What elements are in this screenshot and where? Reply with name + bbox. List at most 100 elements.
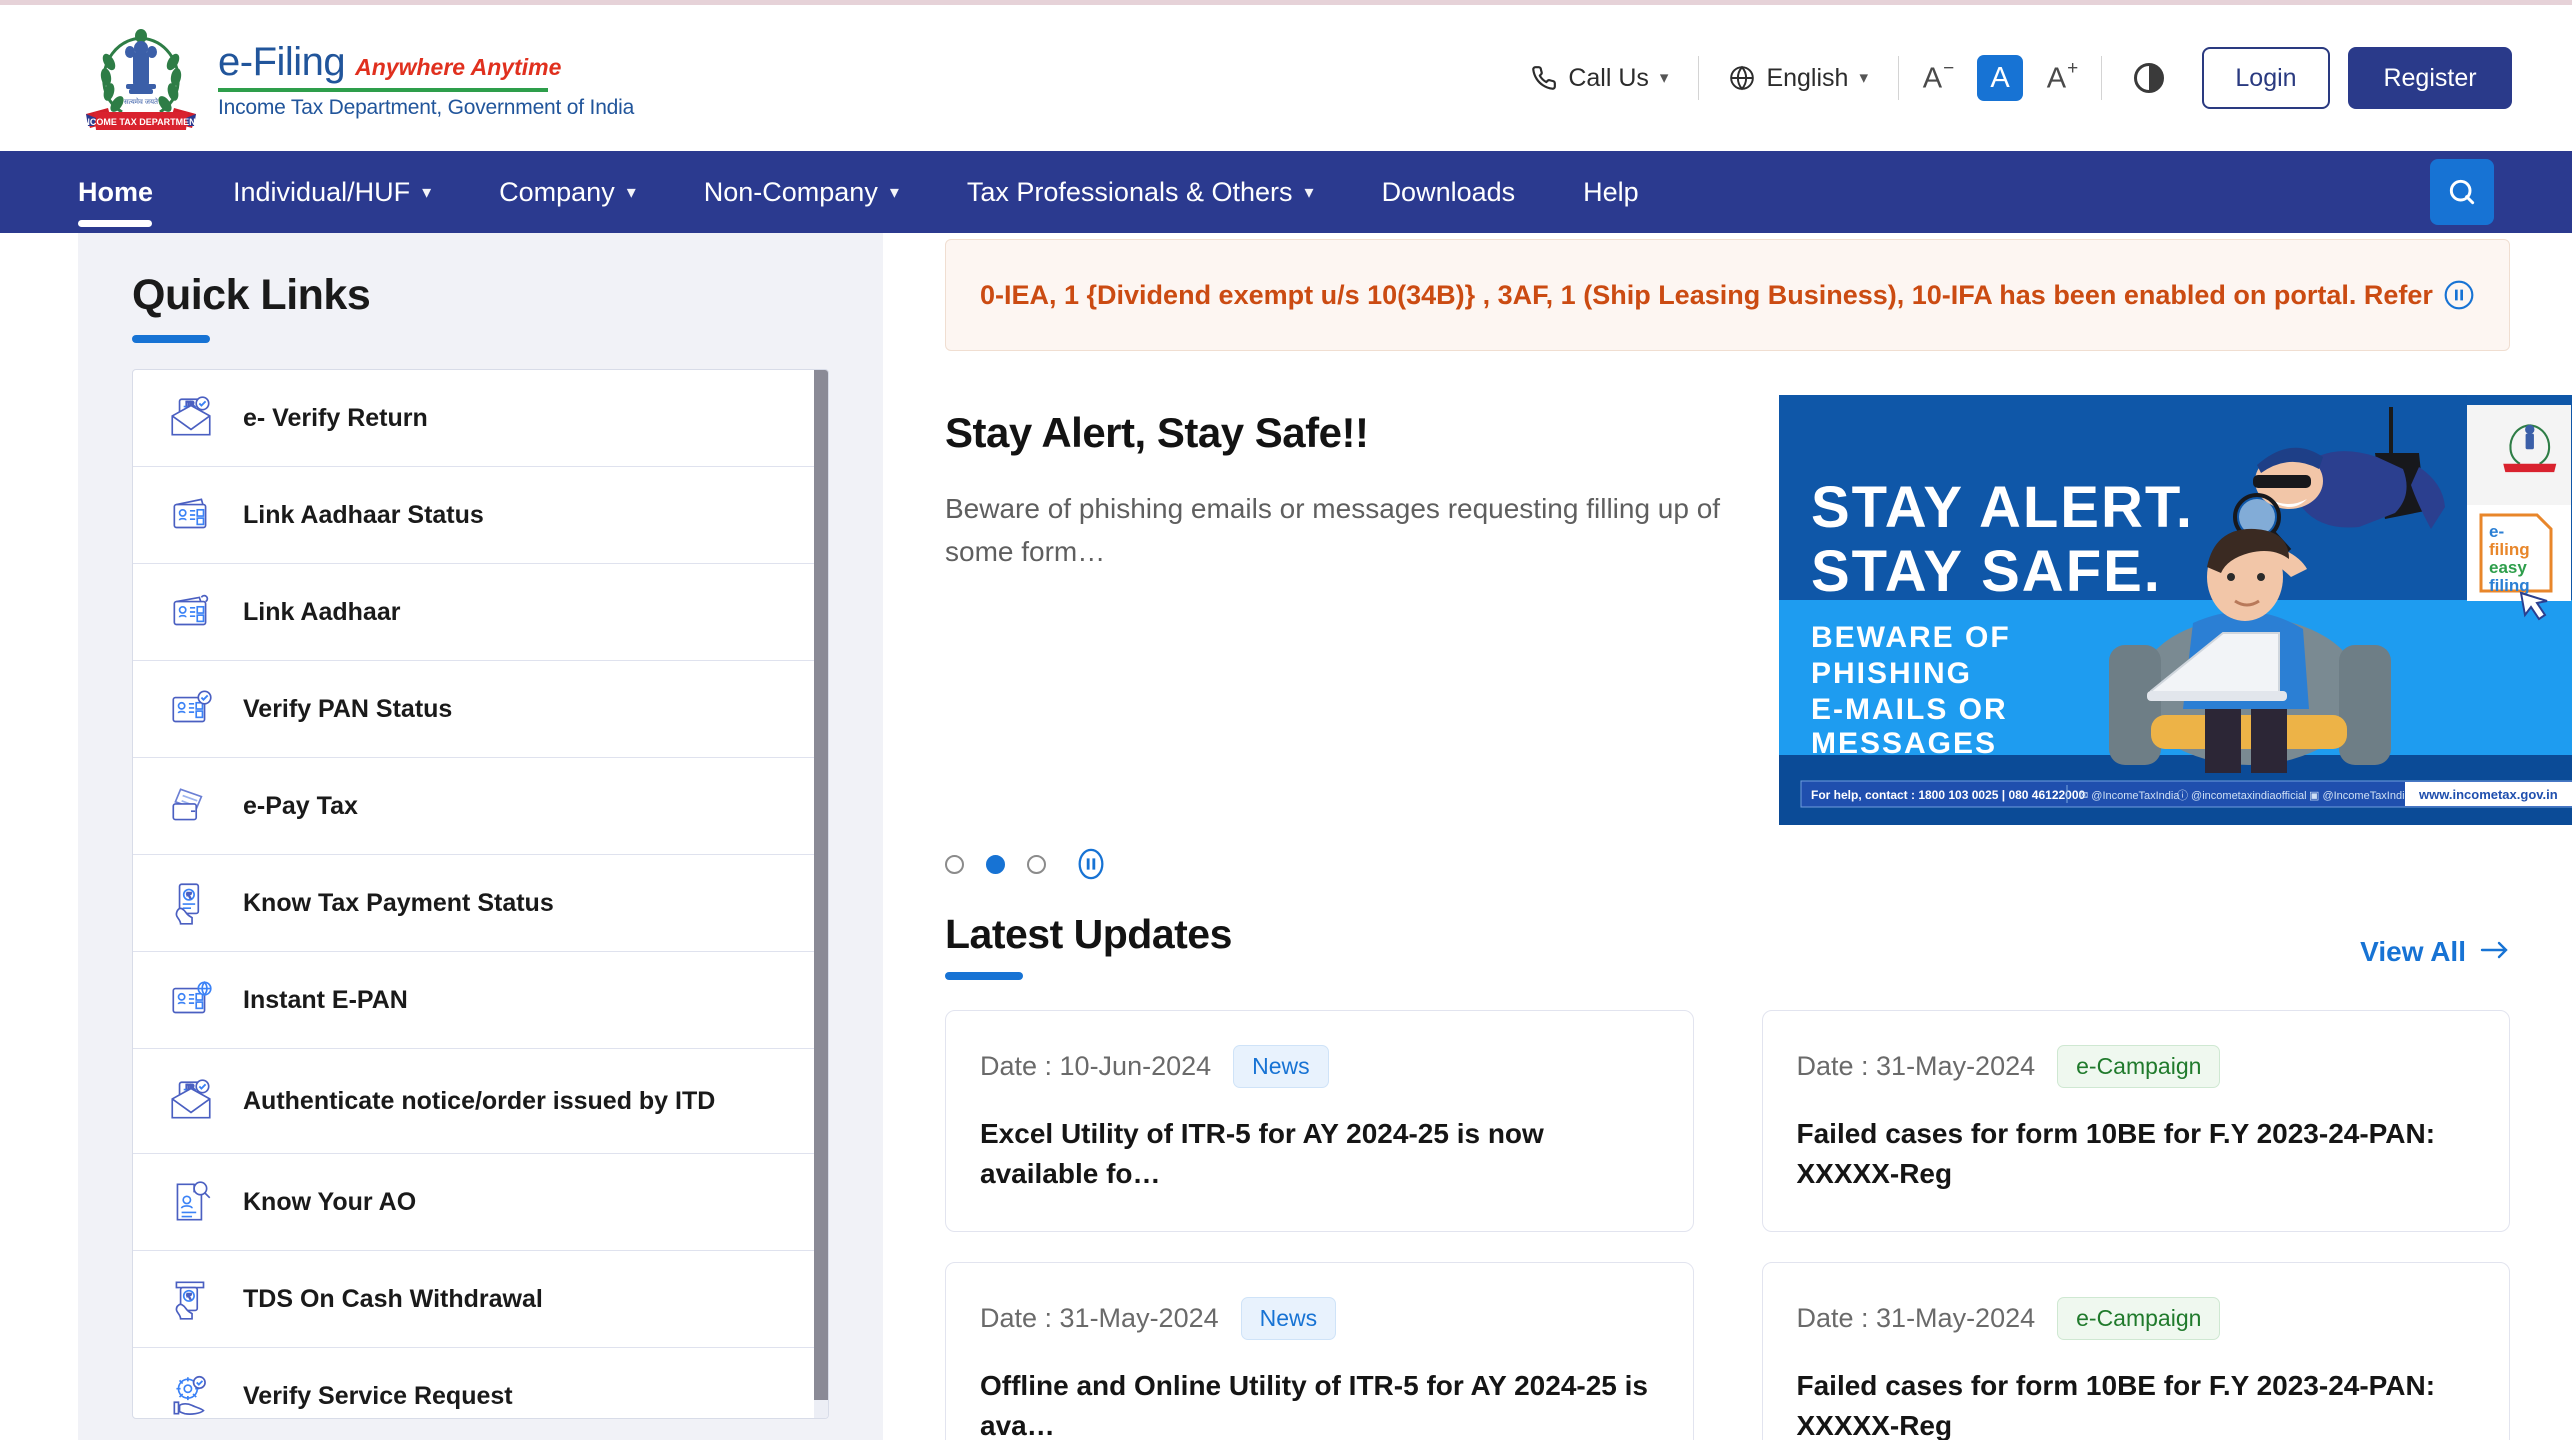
call-us-menu[interactable]: Call Us ▾ bbox=[1509, 64, 1690, 93]
update-card[interactable]: Date : 31-May-2024 e-Campaign Failed cas… bbox=[1761, 1262, 2510, 1440]
card-meta: Date : 31-May-2024 News bbox=[980, 1297, 1659, 1340]
call-us-label: Call Us bbox=[1568, 63, 1649, 92]
card-meta: Date : 31-May-2024 e-Campaign bbox=[1797, 1045, 2476, 1088]
svg-text:सत्यमेव जयते: सत्यमेव जयते bbox=[124, 97, 159, 106]
svg-text:BEWARE OF: BEWARE OF bbox=[1811, 621, 2011, 654]
quick-link-know-your-ao[interactable]: Know Your AO bbox=[133, 1154, 828, 1251]
nav-item-home[interactable]: Home bbox=[78, 151, 199, 233]
nav-item-company[interactable]: Company ▾ bbox=[465, 151, 670, 233]
card-date: Date : 10-Jun-2024 bbox=[980, 1051, 1212, 1081]
header-utility-bar: Call Us ▾ English ▾ A− A A+ Login Regist… bbox=[1509, 47, 2512, 109]
update-card[interactable]: Date : 31-May-2024 News Offline and Onli… bbox=[945, 1262, 1694, 1440]
ticker-text[interactable]: 0-IEA, 1 {Dividend exempt u/s 10(34B)} ,… bbox=[980, 280, 2433, 311]
quick-link-label: Know Your AO bbox=[243, 1188, 417, 1216]
nav-item-tax-professionals[interactable]: Tax Professionals & Others ▾ bbox=[933, 151, 1348, 233]
card-meta: Date : 10-Jun-2024 News bbox=[980, 1045, 1659, 1088]
quick-link-instant-e-pan[interactable]: Instant E-PAN bbox=[133, 952, 828, 1049]
carousel-dot-3[interactable] bbox=[1027, 854, 1046, 874]
nav-label: Help bbox=[1583, 176, 1639, 207]
brand-efiling-text: e-Filing bbox=[218, 40, 346, 84]
chevron-down-icon: ▾ bbox=[889, 181, 899, 202]
chevron-down-icon: ▾ bbox=[626, 181, 636, 202]
quick-link-label: Verify Service Request bbox=[243, 1382, 513, 1410]
quick-link-tds-cash-withdrawal[interactable]: ₹ TDS On Cash Withdrawal bbox=[133, 1251, 828, 1348]
quick-link-authenticate-notice[interactable]: ITR Authenticate notice/order issued by … bbox=[133, 1049, 828, 1154]
quick-link-link-aadhaar[interactable]: Link Aadhaar bbox=[133, 564, 828, 661]
announcement-ticker: 0-IEA, 1 {Dividend exempt u/s 10(34B)} ,… bbox=[945, 239, 2510, 351]
page-title: Quick Links bbox=[132, 271, 371, 319]
svg-text:₹: ₹ bbox=[187, 1292, 192, 1301]
search-icon[interactable] bbox=[2430, 159, 2494, 225]
latest-updates-header: Latest Updates View All bbox=[945, 911, 2510, 980]
font-decrease-button[interactable]: A− bbox=[1915, 55, 1961, 101]
svg-text:▣ @IncomeTaxIndia: ▣ @IncomeTaxIndia bbox=[2309, 790, 2412, 802]
svg-text:PHISHING: PHISHING bbox=[1811, 657, 1972, 690]
nav-item-non-company[interactable]: Non-Company ▾ bbox=[670, 151, 933, 233]
quick-links-scrollbar-track[interactable] bbox=[814, 370, 828, 1418]
font-normal-button[interactable]: A bbox=[1977, 55, 2023, 101]
font-increase-button[interactable]: A+ bbox=[2039, 55, 2085, 101]
card-title: Offline and Online Utility of ITR-5 for … bbox=[980, 1370, 1648, 1440]
phishing-awareness-banner[interactable]: STAY ALERT. STAY SAFE. BEWARE OF PHISHIN… bbox=[1779, 395, 2572, 825]
hero-carousel: Stay Alert, Stay Safe!! Beware of phishi… bbox=[945, 395, 2572, 825]
nav-label: Individual/HUF bbox=[233, 176, 411, 207]
brand-tagline: Anywhere Anytime bbox=[355, 54, 562, 80]
india-emblem-income-tax-logo: सत्यमेव जयते INCOME TAX DEPARTMENT bbox=[78, 22, 204, 134]
quick-link-label: TDS On Cash Withdrawal bbox=[243, 1285, 543, 1313]
nav-item-individual-huf[interactable]: Individual/HUF ▾ bbox=[199, 151, 465, 233]
quick-link-label: Verify PAN Status bbox=[243, 695, 453, 723]
title-underline bbox=[132, 335, 210, 343]
quick-link-e-pay-tax[interactable]: e-Pay Tax bbox=[133, 758, 828, 855]
view-all-button[interactable]: View All bbox=[2360, 936, 2510, 980]
language-label: English bbox=[1766, 63, 1849, 92]
quick-link-e-verify-return[interactable]: ITR e- Verify Return bbox=[133, 370, 828, 467]
hero-description: Beware of phishing emails or messages re… bbox=[945, 493, 1721, 568]
card-date: Date : 31-May-2024 bbox=[1796, 1303, 2036, 1333]
card-date: Date : 31-May-2024 bbox=[980, 1303, 1219, 1333]
quick-links-scrollbar-thumb[interactable] bbox=[814, 370, 828, 1400]
page-body: Quick Links ITR e- Verify Return Link Aa… bbox=[0, 233, 2572, 1440]
carousel-dot-2[interactable] bbox=[986, 854, 1005, 874]
hero-text-block: Stay Alert, Stay Safe!! Beware of phishi… bbox=[945, 395, 1745, 825]
aadhaar-card-link-icon bbox=[163, 587, 219, 637]
font-decrease-icon: A− bbox=[1922, 57, 1955, 95]
card-title: Failed cases for form 10BE for F.Y 2023-… bbox=[1796, 1370, 2436, 1440]
svg-text:₹: ₹ bbox=[187, 891, 192, 900]
card-title: Failed cases for form 10BE for F.Y 2023-… bbox=[1796, 1118, 2436, 1189]
quick-link-verify-service-request[interactable]: Verify Service Request bbox=[133, 1348, 828, 1418]
svg-text:✉ @IncomeTaxIndia: ✉ @IncomeTaxIndia bbox=[2079, 790, 2180, 802]
wallet-card-icon bbox=[163, 781, 219, 831]
chevron-down-icon: ▾ bbox=[1659, 68, 1669, 87]
update-card[interactable]: Date : 10-Jun-2024 News Excel Utility of… bbox=[945, 1010, 1694, 1232]
nav-label: Home bbox=[78, 176, 154, 207]
nav-item-downloads[interactable]: Downloads bbox=[1348, 151, 1550, 233]
globe-icon bbox=[1729, 65, 1755, 91]
login-button[interactable]: Login bbox=[2202, 47, 2330, 109]
brand-logo[interactable]: सत्यमेव जयते INCOME TAX DEPARTMENT e-Fil… bbox=[78, 22, 634, 134]
quick-link-link-aadhaar-status[interactable]: Link Aadhaar Status bbox=[133, 467, 828, 564]
svg-text:INCOME TAX DEPARTMENT: INCOME TAX DEPARTMENT bbox=[81, 117, 202, 127]
nav-item-help[interactable]: Help bbox=[1549, 151, 1673, 233]
svg-text:E-MAILS OR: E-MAILS OR bbox=[1811, 693, 2008, 726]
hero-banner-wrap: STAY ALERT. STAY SAFE. BEWARE OF PHISHIN… bbox=[1779, 395, 2572, 825]
carousel-pause-icon[interactable] bbox=[1074, 847, 1108, 881]
quick-link-label: e-Pay Tax bbox=[243, 792, 358, 820]
svg-text:filing: filing bbox=[2489, 576, 2530, 595]
main-content: 0-IEA, 1 {Dividend exempt u/s 10(34B)} ,… bbox=[883, 233, 2572, 1440]
font-increase-icon: A+ bbox=[2046, 57, 2079, 95]
update-card[interactable]: Date : 31-May-2024 e-Campaign Failed cas… bbox=[1761, 1010, 2510, 1232]
nav-label: Tax Professionals & Others bbox=[966, 176, 1293, 207]
card-date: Date : 31-May-2024 bbox=[1796, 1051, 2036, 1081]
register-button[interactable]: Register bbox=[2348, 47, 2512, 109]
svg-text:MESSAGES: MESSAGES bbox=[1811, 727, 1997, 760]
quick-link-know-tax-payment-status[interactable]: ₹ Know Tax Payment Status bbox=[133, 855, 828, 952]
contrast-toggle-icon[interactable] bbox=[2134, 63, 2164, 93]
envelope-itr-check-icon: ITR bbox=[163, 1076, 219, 1126]
carousel-dot-1[interactable] bbox=[945, 854, 964, 874]
card-title: Excel Utility of ITR-5 for AY 2024-25 is… bbox=[980, 1118, 1544, 1189]
quick-link-verify-pan-status[interactable]: Verify PAN Status bbox=[133, 661, 828, 758]
language-selector[interactable]: English ▾ bbox=[1707, 64, 1890, 93]
pause-icon[interactable] bbox=[2443, 279, 2475, 311]
arrow-right-icon bbox=[2480, 936, 2510, 968]
quick-link-label: e- Verify Return bbox=[243, 404, 428, 432]
